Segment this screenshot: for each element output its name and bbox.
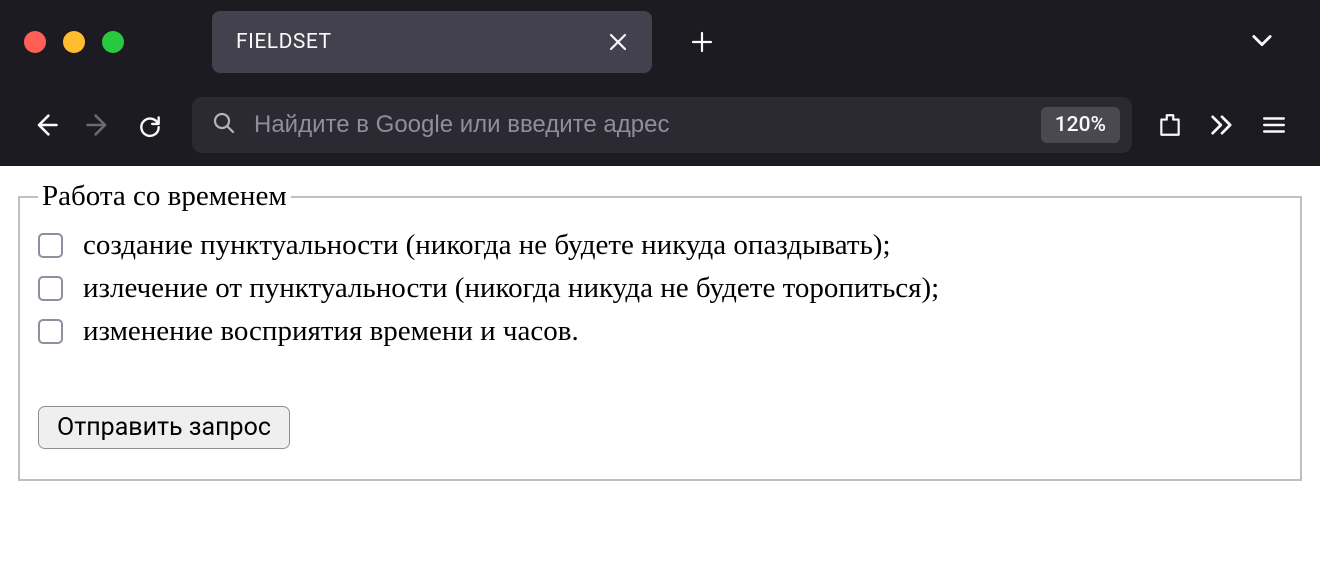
checkbox-item: излечение от пунктуальности (никогда ник… (38, 272, 1282, 305)
fieldset-legend: Работа со временем (38, 180, 291, 213)
browser-tab[interactable]: FIELDSET (212, 11, 652, 73)
checkbox-input[interactable] (38, 233, 63, 258)
search-icon (212, 111, 236, 139)
new-tab-button[interactable] (678, 18, 726, 66)
checkbox-list: создание пунктуальности (никогда не буде… (38, 229, 1282, 348)
page-content: Работа со временем создание пунктуальнос… (0, 166, 1320, 495)
zoom-badge[interactable]: 120% (1041, 107, 1120, 143)
checkbox-input[interactable] (38, 319, 63, 344)
overflow-chevrons-icon[interactable] (1198, 101, 1246, 149)
window-minimize-button[interactable] (63, 31, 85, 53)
checkbox-input[interactable] (38, 276, 63, 301)
fieldset: Работа со временем создание пунктуальнос… (18, 180, 1302, 481)
tab-title: FIELDSET (236, 30, 332, 54)
window-maximize-button[interactable] (102, 31, 124, 53)
close-tab-icon[interactable] (602, 26, 634, 58)
back-button[interactable] (22, 101, 70, 149)
reload-button[interactable] (126, 101, 174, 149)
checkbox-label[interactable]: излечение от пунктуальности (никогда ник… (83, 272, 939, 305)
address-input[interactable] (254, 111, 1023, 139)
checkbox-label[interactable]: изменение восприятия времени и часов. (83, 315, 579, 348)
window-close-button[interactable] (24, 31, 46, 53)
checkbox-item: изменение восприятия времени и часов. (38, 315, 1282, 348)
tabs-dropdown-icon[interactable] (1248, 26, 1276, 58)
browser-chrome: FIELDSET (0, 0, 1320, 166)
checkbox-label[interactable]: создание пунктуальности (никогда не буде… (83, 229, 891, 262)
menu-icon[interactable] (1250, 101, 1298, 149)
forward-button[interactable] (74, 101, 122, 149)
checkbox-item: создание пунктуальности (никогда не буде… (38, 229, 1282, 262)
address-bar[interactable]: 120% (192, 97, 1132, 153)
toolbar: 120% (0, 84, 1320, 166)
extensions-icon[interactable] (1146, 101, 1194, 149)
submit-button[interactable]: Отправить запрос (38, 406, 290, 449)
title-bar: FIELDSET (0, 0, 1320, 84)
window-controls (24, 31, 124, 53)
